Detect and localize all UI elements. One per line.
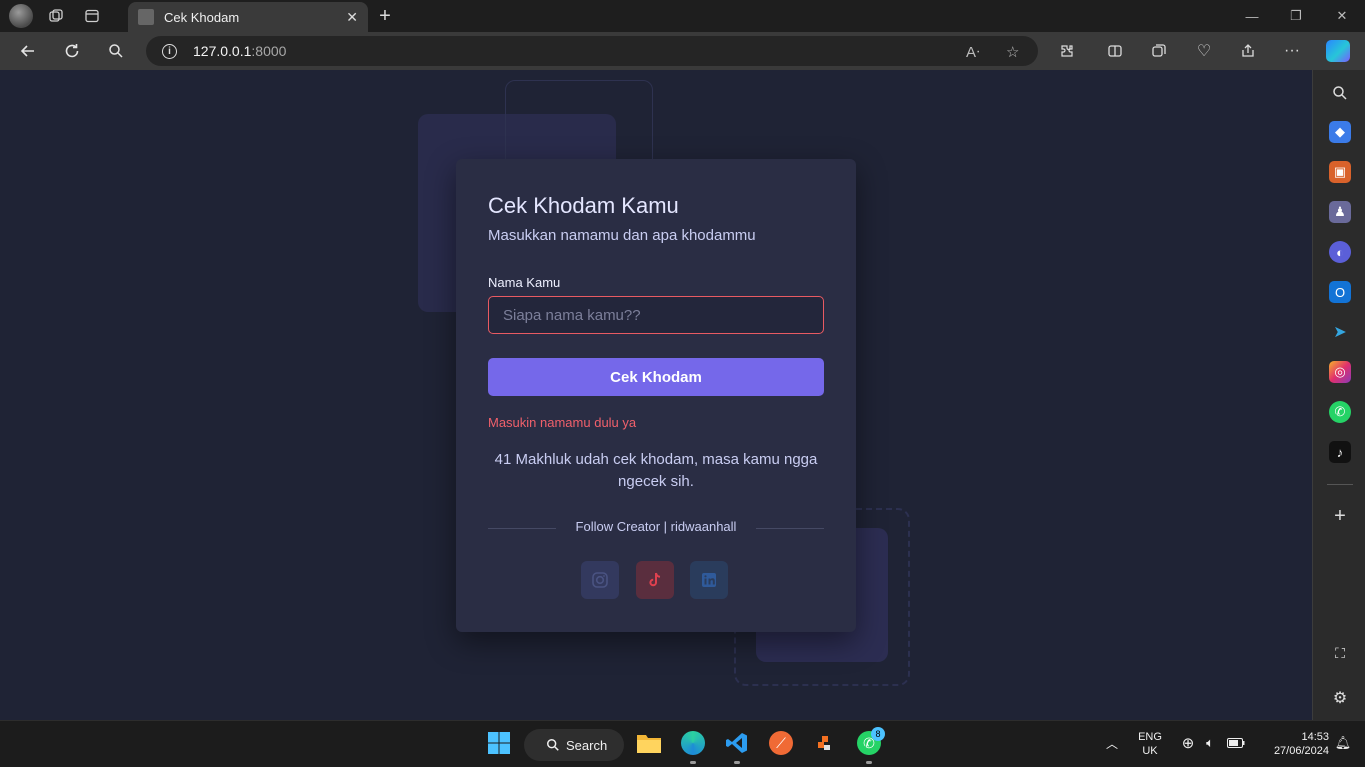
tiktok-button[interactable]	[636, 561, 674, 599]
postman-icon[interactable]: ⟋	[767, 729, 795, 757]
instagram-button[interactable]	[581, 561, 619, 599]
tab-actions-icon[interactable]	[79, 3, 105, 29]
sidebar-settings-icon[interactable]: ⚙	[1329, 687, 1351, 709]
volume-icon[interactable]: 🔈︎	[1196, 729, 1224, 757]
whatsapp-sidebar-icon[interactable]: ✆	[1329, 401, 1351, 423]
sidebar-separator	[1327, 484, 1353, 485]
instagram-sidebar-icon[interactable]: ◎	[1329, 361, 1351, 383]
name-input[interactable]	[488, 296, 824, 334]
tab-favicon-icon	[138, 9, 154, 25]
taskbar-search[interactable]: Search	[524, 729, 624, 761]
linkedin-button[interactable]	[690, 561, 728, 599]
cek-khodam-button[interactable]: Cek Khodam	[488, 358, 824, 396]
tab-title: Cek Khodam	[164, 9, 240, 25]
address-bar[interactable]: i 127.0.0.1:8000 Aᐧ ☆	[146, 36, 1038, 66]
read-aloud-icon[interactable]: Aᐧ	[966, 43, 980, 61]
whatsapp-unread-badge: 8	[871, 727, 885, 741]
search-icon[interactable]	[100, 32, 132, 70]
vscode-running-indicator	[734, 761, 740, 764]
linkedin-icon	[702, 573, 716, 587]
instagram-icon	[592, 572, 608, 588]
profile-avatar[interactable]	[9, 4, 33, 28]
clock-time: 14:53	[1301, 731, 1329, 743]
taskbar-search-icon	[547, 739, 559, 751]
tiktok-sidebar-icon[interactable]: ♪	[1329, 441, 1351, 463]
khodam-form-card: Cek Khodam Kamu Masukkan namamu dan apa …	[456, 159, 856, 632]
name-field-label: Nama Kamu	[488, 275, 561, 290]
new-tab-button[interactable]: +	[372, 3, 398, 29]
clock[interactable]: 14:53 27/06/2024	[1255, 730, 1329, 758]
url-host: 127.0.0.1	[193, 43, 252, 59]
telegram-icon[interactable]: ➤	[1329, 321, 1351, 343]
copilot-sidebar-icon[interactable]: ◐	[1329, 241, 1351, 263]
windows-taskbar: Search ⟋ ✆ 8 ︿ ENG UK ⊕ 🔈︎ 14:53 27/06/2…	[0, 720, 1365, 767]
tools-briefcase-icon[interactable]: ▣	[1329, 161, 1351, 183]
favorite-star-icon[interactable]: ☆	[1006, 43, 1019, 61]
battery-icon[interactable]	[1222, 729, 1250, 757]
app-icon[interactable]	[811, 729, 839, 757]
back-button[interactable]	[12, 32, 44, 70]
close-tab-icon[interactable]: ✕	[346, 9, 358, 26]
clock-date: 27/06/2024	[1273, 745, 1329, 757]
windows-start-icon[interactable]	[485, 729, 513, 757]
games-icon[interactable]: ♟	[1329, 201, 1351, 223]
extensions-icon[interactable]	[1051, 32, 1083, 70]
show-hidden-icons-chevron-icon[interactable]: ︿	[1098, 729, 1126, 757]
copilot-icon[interactable]	[1326, 40, 1350, 62]
add-sidebar-app-icon[interactable]: +	[1329, 505, 1351, 527]
whatsapp-running-indicator	[866, 761, 872, 764]
error-message: Masukin namamu dulu ya	[488, 415, 637, 430]
browser-tab-strip: Cek Khodam ✕ + — ❐ ✕	[0, 0, 1365, 32]
vscode-icon[interactable]	[723, 729, 751, 757]
browser-toolbar: i 127.0.0.1:8000 Aᐧ ☆ ♡ ···	[0, 32, 1365, 70]
follow-creator-text: Follow Creator | ridwaanhall	[575, 519, 737, 534]
more-menu-icon[interactable]: ···	[1276, 32, 1308, 70]
close-window-button[interactable]: ✕	[1319, 0, 1365, 32]
taskbar-search-label: Search	[566, 737, 608, 753]
language-code: ENG	[1138, 731, 1162, 743]
page-viewport: Cek Khodam Kamu Masukkan namamu dan apa …	[0, 70, 1312, 720]
split-screen-icon[interactable]	[1099, 32, 1131, 70]
minimize-button[interactable]: —	[1229, 0, 1275, 32]
page-subtitle: Masukkan namamu dan apa khodammu	[488, 227, 756, 244]
page-title: Cek Khodam Kamu	[488, 193, 679, 218]
share-icon[interactable]	[1232, 32, 1264, 70]
shopping-tag-icon[interactable]: ◆	[1329, 121, 1351, 143]
edge-running-indicator	[690, 761, 696, 764]
edge-taskbar-icon[interactable]	[679, 729, 707, 757]
keyboard-layout: UK	[1142, 745, 1158, 757]
screenshot-icon[interactable]: ⛶	[1329, 642, 1351, 664]
tab-cek-khodam[interactable]: Cek Khodam ✕	[128, 2, 368, 32]
sidebar-search-icon[interactable]	[1329, 82, 1351, 104]
visitor-counter-text: 41 Makhluk udah cek khodam, masa kamu ng…	[494, 451, 818, 490]
url-port: :8000	[251, 43, 287, 59]
collections-icon[interactable]	[1143, 32, 1175, 70]
restore-button[interactable]: ❐	[1273, 0, 1319, 32]
refresh-button[interactable]	[56, 32, 88, 70]
notification-bell-icon[interactable]: 🔔︎	[1329, 729, 1357, 757]
input-language[interactable]: ENG UK	[1136, 730, 1164, 758]
workspaces-icon[interactable]	[43, 3, 69, 29]
site-info-icon[interactable]: i	[162, 43, 177, 59]
file-explorer-icon[interactable]	[635, 729, 663, 757]
outlook-icon[interactable]: O	[1329, 281, 1351, 303]
browser-essentials-icon[interactable]: ♡	[1188, 32, 1220, 70]
tiktok-icon	[649, 572, 661, 587]
whatsapp-taskbar-icon[interactable]: ✆ 8	[855, 727, 885, 757]
edge-sidebar: ◆ ▣ ♟ ◐ O ➤ ◎ ✆ ♪ + ⛶ ⚙	[1312, 70, 1365, 720]
